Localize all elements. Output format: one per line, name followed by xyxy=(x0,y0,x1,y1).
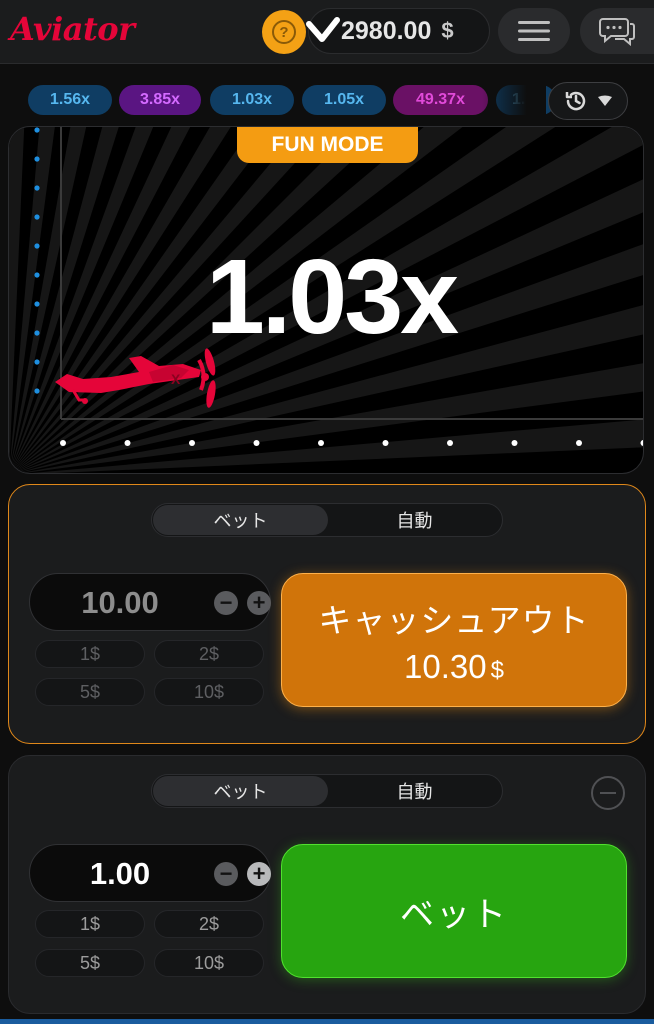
quick-amount-button[interactable]: 2$ xyxy=(154,640,264,668)
quick-amount-button[interactable]: 10$ xyxy=(154,949,264,977)
tab-auto[interactable]: 自動 xyxy=(327,776,502,806)
x-axis-dot xyxy=(447,440,453,446)
bet-amount-value[interactable]: 10.00 xyxy=(30,574,210,632)
tab-auto[interactable]: 自動 xyxy=(327,505,502,535)
increase-amount-button[interactable]: + xyxy=(247,862,271,886)
bet-panel-1: ベット 自動 10.00 − + 1$ 2$ 5$ 10$ キャッシュアウト 1… xyxy=(8,484,646,744)
tab-bet[interactable]: ベット xyxy=(153,776,328,806)
x-axis-dot xyxy=(189,440,195,446)
y-axis-dot xyxy=(34,388,40,394)
history-pill[interactable]: 49.37x xyxy=(393,85,488,115)
fun-mode-badge: FUN MODE xyxy=(237,127,418,163)
y-axis-dot xyxy=(34,185,40,191)
balance-value: 2980.00 xyxy=(341,16,432,45)
x-axis-dot xyxy=(60,440,66,446)
bet-amount-stepper[interactable]: 10.00 − + xyxy=(29,573,271,631)
aviator-logo: Aviator xyxy=(10,10,135,48)
menu-button[interactable] xyxy=(498,8,570,54)
increase-amount-button[interactable]: + xyxy=(247,591,271,615)
history-fade xyxy=(482,82,546,122)
decrease-amount-button[interactable]: − xyxy=(214,591,238,615)
history-pill[interactable]: 1.05x xyxy=(302,85,386,115)
quick-amount-button[interactable]: 5$ xyxy=(35,949,145,977)
history-pill[interactable]: 1.03x xyxy=(210,85,294,115)
tab-bet[interactable]: ベット xyxy=(153,505,328,535)
x-axis-dot xyxy=(511,440,518,446)
cashout-amount: 10.30 $ xyxy=(404,648,504,686)
quick-amount-button[interactable]: 1$ xyxy=(35,910,145,938)
bet-amount-stepper[interactable]: 1.00 − + xyxy=(29,844,271,902)
game-canvas: X FUN MODE 1.03x xyxy=(8,126,644,474)
history-clock-icon xyxy=(565,91,586,111)
chat-button[interactable] xyxy=(580,8,654,54)
cashout-button[interactable]: キャッシュアウト 10.30 $ xyxy=(281,573,627,707)
quick-amount-button[interactable]: 1$ xyxy=(35,640,145,668)
history-pill[interactable]: 1.56x xyxy=(28,85,112,115)
top-bar: Aviator ? 2980.00 $ xyxy=(0,0,654,64)
chevron-down-icon[interactable] xyxy=(303,12,343,48)
cashout-currency: $ xyxy=(490,657,504,684)
bottom-bar xyxy=(0,1019,654,1024)
y-axis-dot xyxy=(34,156,40,162)
x-axis-dot xyxy=(253,440,260,446)
quick-amount-button[interactable]: 2$ xyxy=(154,910,264,938)
balance-currency: $ xyxy=(441,18,454,43)
cashout-label: キャッシュアウト xyxy=(318,602,590,639)
bet-amount-value[interactable]: 1.00 xyxy=(30,845,210,903)
x-axis-dot xyxy=(382,440,389,446)
history-pill[interactable]: 3.85x xyxy=(119,85,201,115)
cashout-amount-value: 10.30 xyxy=(404,648,487,685)
y-axis-dot xyxy=(34,127,40,133)
svg-text:X: X xyxy=(171,371,181,387)
bet-panel-2: ベット 自動 1.00 − + 1$ 2$ 5$ 10$ ベット xyxy=(8,755,646,1014)
y-axis-dot xyxy=(34,214,40,220)
x-axis-dot xyxy=(576,440,582,446)
place-bet-button[interactable]: ベット xyxy=(281,844,627,978)
bet-mode-tabs: ベット 自動 xyxy=(151,503,503,537)
quick-amount-button[interactable]: 5$ xyxy=(35,678,145,706)
x-axis-dot xyxy=(318,440,324,446)
chevron-down-icon xyxy=(598,95,612,106)
bet-mode-tabs: ベット 自動 xyxy=(151,774,503,808)
question-circle-icon: ? xyxy=(272,20,296,44)
bet-button-label: ベット xyxy=(400,895,508,934)
chat-bubbles-icon xyxy=(599,18,635,46)
help-button[interactable]: ? xyxy=(262,10,306,54)
hamburger-menu-icon xyxy=(518,21,550,41)
minus-icon xyxy=(600,792,616,794)
quick-amount-button[interactable]: 10$ xyxy=(154,678,264,706)
current-multiplier: 1.03x xyxy=(205,238,459,356)
decrease-amount-button[interactable]: − xyxy=(214,862,238,886)
history-toggle-button[interactable] xyxy=(548,82,628,120)
y-axis-dot xyxy=(34,359,40,365)
remove-panel-button[interactable] xyxy=(591,776,625,810)
x-axis-dot xyxy=(124,440,131,446)
